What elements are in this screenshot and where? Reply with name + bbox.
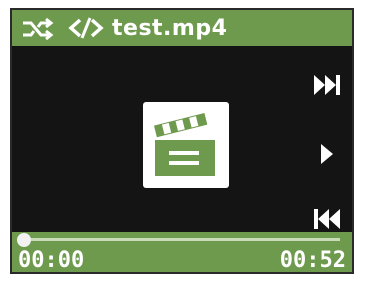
clapperboard-icon <box>143 102 229 188</box>
bottom-bar: 00:00 00:52 <box>12 232 352 273</box>
repeat-off-icon[interactable] <box>66 16 106 40</box>
skip-next-icon[interactable] <box>310 70 344 100</box>
progress-knob[interactable] <box>17 233 31 247</box>
video-area <box>12 46 352 232</box>
media-player: test.mp4 00:00 00:52 <box>10 8 354 274</box>
total-time: 00:52 <box>279 248 346 273</box>
play-icon[interactable] <box>316 139 340 169</box>
elapsed-time: 00:00 <box>18 248 85 273</box>
track-title: test.mp4 <box>112 15 228 41</box>
progress-track[interactable] <box>17 233 340 247</box>
skip-previous-icon[interactable] <box>310 204 344 234</box>
shuffle-icon[interactable] <box>20 16 56 41</box>
top-bar: test.mp4 <box>12 10 352 46</box>
